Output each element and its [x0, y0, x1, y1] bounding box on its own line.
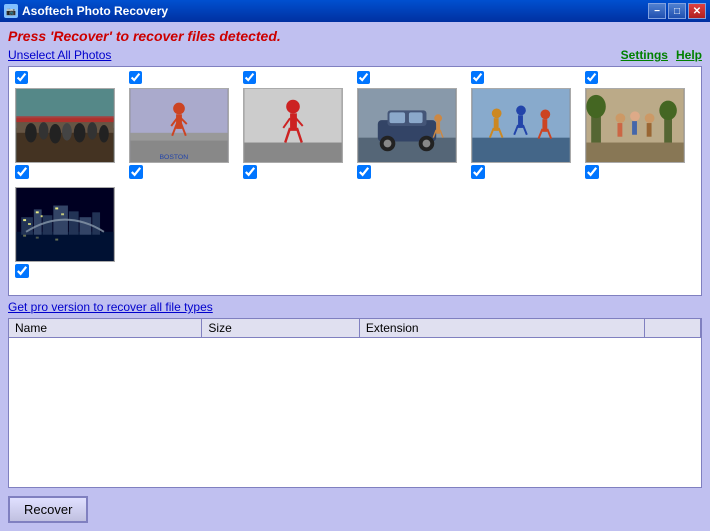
photo-cb-row-4 [357, 165, 371, 179]
photo-cell-7 [13, 185, 123, 280]
col-name: Name [9, 319, 202, 338]
app-icon: 📷 [4, 4, 18, 18]
top-checkbox-6[interactable] [585, 71, 598, 84]
pro-version-link[interactable]: Get pro version to recover all file type… [8, 300, 702, 314]
top-checkbox-1[interactable] [15, 71, 28, 84]
photo-cb-row-6 [585, 165, 599, 179]
photo-cell-1 [13, 86, 123, 181]
photo-thumb-2[interactable]: BOSTON [129, 88, 229, 163]
top-checkbox-4[interactable] [357, 71, 370, 84]
top-bar-right: Settings Help [621, 48, 702, 62]
photo-cell-3 [241, 86, 351, 181]
photo-grid: BOSTON [13, 86, 697, 280]
photo-checkbox-7[interactable] [15, 264, 29, 278]
photo-thumb-6[interactable] [585, 88, 685, 163]
minimize-button[interactable]: − [648, 3, 666, 19]
help-link[interactable]: Help [676, 48, 702, 62]
top-checkbox-5[interactable] [471, 71, 484, 84]
col-extension: Extension [359, 319, 644, 338]
file-table-container: Name Size Extension [8, 318, 702, 488]
top-cb-5 [469, 71, 579, 84]
photo-cell-5 [469, 86, 579, 181]
maximize-button[interactable]: □ [668, 3, 686, 19]
photo-cb-row-5 [471, 165, 485, 179]
title-bar-left: 📷 Asoftech Photo Recovery [4, 4, 168, 18]
photo-thumb-3[interactable] [243, 88, 343, 163]
top-checkbox-3[interactable] [243, 71, 256, 84]
top-cb-1 [13, 71, 123, 84]
photo-checkbox-2[interactable] [129, 165, 143, 179]
top-bar: Unselect All Photos Settings Help [8, 48, 702, 62]
title-bar-buttons: − □ ✕ [648, 3, 706, 19]
photo-thumb-1[interactable] [15, 88, 115, 163]
recover-message: Press 'Recover' to recover files detecte… [8, 28, 702, 44]
photo-cell-4 [355, 86, 465, 181]
settings-link[interactable]: Settings [621, 48, 668, 62]
photo-thumb-4[interactable] [357, 88, 457, 163]
photo-cb-row-2 [129, 165, 143, 179]
photo-checkbox-6[interactable] [585, 165, 599, 179]
photo-cb-row-3 [243, 165, 257, 179]
photo-cell-2: BOSTON [127, 86, 237, 181]
bottom-bar: Recover [8, 494, 702, 525]
photo-area: BOSTON [8, 66, 702, 296]
top-cb-4 [355, 71, 465, 84]
close-button[interactable]: ✕ [688, 3, 706, 19]
file-table: Name Size Extension [9, 319, 701, 338]
window-title: Asoftech Photo Recovery [22, 4, 168, 18]
photo-thumb-5[interactable] [471, 88, 571, 163]
svg-text:BOSTON: BOSTON [160, 154, 189, 161]
top-checkbox-2[interactable] [129, 71, 142, 84]
top-cb-6 [583, 71, 693, 84]
table-header-row: Name Size Extension [9, 319, 701, 338]
recover-button[interactable]: Recover [8, 496, 88, 523]
photo-thumb-7[interactable] [15, 187, 115, 262]
title-bar: 📷 Asoftech Photo Recovery − □ ✕ [0, 0, 710, 22]
col-extra [644, 319, 700, 338]
top-cb-3 [241, 71, 351, 84]
top-checkbox-row [13, 71, 697, 84]
photo-cb-row-7 [15, 264, 29, 278]
top-cb-2 [127, 71, 237, 84]
col-size: Size [202, 319, 360, 338]
photo-checkbox-3[interactable] [243, 165, 257, 179]
photo-cell-6 [583, 86, 693, 181]
photo-checkbox-5[interactable] [471, 165, 485, 179]
photo-checkbox-4[interactable] [357, 165, 371, 179]
unselect-all-link[interactable]: Unselect All Photos [8, 48, 111, 62]
photo-cb-row-1 [15, 165, 29, 179]
main-window: Press 'Recover' to recover files detecte… [0, 22, 710, 531]
photo-checkbox-1[interactable] [15, 165, 29, 179]
